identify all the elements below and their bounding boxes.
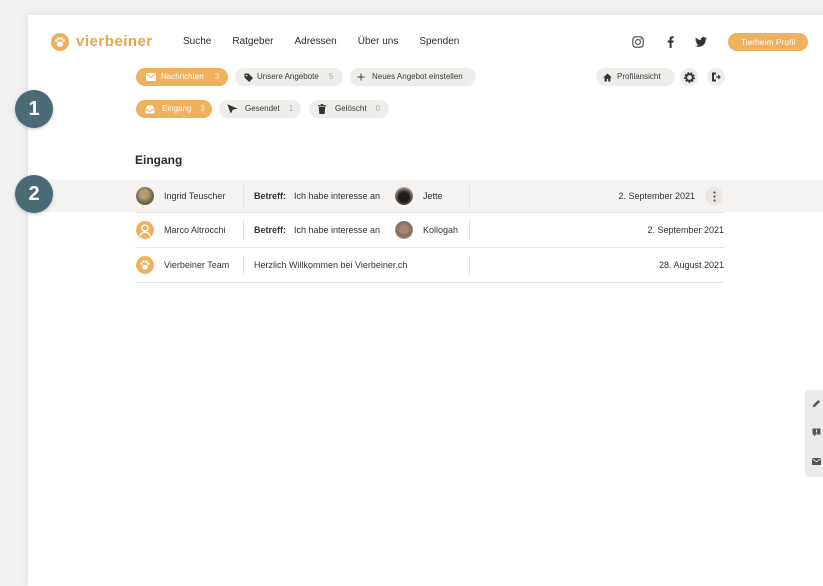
column-divider: [469, 255, 470, 275]
tab-nachrichten[interactable]: Nachrichten 3: [136, 68, 228, 86]
folder-label: Gesendet: [245, 104, 280, 113]
folder-count: 0: [375, 104, 381, 113]
profile-view-label: Profilansicht: [617, 72, 661, 81]
folder-eingang[interactable]: Eingang 3: [136, 100, 212, 118]
tab-count: 3: [214, 72, 220, 81]
tierheim-profil-button[interactable]: Tierheim Profil: [728, 33, 808, 51]
nav-item-ratgeber[interactable]: Ratgeber: [232, 36, 273, 48]
tab-label: Nachrichten: [161, 72, 204, 81]
row-separator: [135, 282, 724, 283]
annotation-marker: 1: [15, 90, 53, 128]
pencil-icon[interactable]: [812, 399, 821, 408]
nav-item-adressen[interactable]: Adressen: [295, 36, 337, 48]
subject-text: Ich habe interesse an: [294, 191, 381, 201]
house-icon: [603, 72, 612, 82]
plus-icon: [357, 73, 365, 81]
annotation-marker: 2: [15, 175, 53, 213]
new-offer-label: Neues Angebot einstellen: [372, 72, 463, 81]
column-divider: [469, 220, 470, 240]
side-quick-actions: [805, 390, 823, 477]
column-divider: [243, 255, 244, 275]
logout-button[interactable]: [707, 68, 725, 86]
sender-name: Ingrid Teuscher: [164, 191, 226, 201]
sender-name: Vierbeiner Team: [164, 260, 230, 270]
tab-count: 5: [328, 72, 334, 81]
pet-name[interactable]: Jette: [423, 179, 443, 213]
twitter-icon[interactable]: [695, 37, 707, 47]
subject-text: Ich habe interesse an: [294, 225, 381, 235]
folder-count: 3: [200, 104, 205, 113]
main-nav: Suche Ratgeber Adressen Über uns Spenden: [183, 36, 459, 48]
settings-button[interactable]: [680, 68, 698, 86]
pet-name[interactable]: Kollogah: [423, 213, 458, 247]
pet-avatar: [395, 187, 413, 205]
message-row[interactable]: Marco Altrocchi Betreff: Ich habe intere…: [135, 213, 724, 247]
subject-label: Betreff:: [254, 191, 287, 201]
inbox-icon: [145, 105, 155, 113]
message-date: 2. September 2021: [647, 225, 724, 235]
message-menu-button[interactable]: [705, 187, 723, 205]
mail-icon[interactable]: [812, 458, 821, 465]
nav-item-suche[interactable]: Suche: [183, 36, 211, 48]
message-row[interactable]: Vierbeiner Team Herzlich Willkommen bei …: [135, 248, 724, 282]
nav-item-spenden[interactable]: Spenden: [419, 36, 459, 48]
folder-label: Eingang: [162, 104, 192, 113]
tab-label: Unsere Angebote: [257, 72, 319, 81]
instagram-icon[interactable]: [632, 36, 644, 48]
pet-avatar: [395, 221, 413, 239]
paw-logo-icon[interactable]: [51, 33, 69, 51]
message-date: 28. August 2021: [658, 260, 724, 270]
column-divider: [243, 186, 244, 206]
column-divider: [469, 186, 470, 206]
person-icon: [136, 221, 154, 239]
gear-icon: [683, 71, 695, 83]
folder-gesendet[interactable]: Gesendet 1: [219, 100, 301, 118]
sender-avatar: [136, 187, 154, 205]
tab-unsere-angebote[interactable]: Unsere Angebote 5: [235, 68, 343, 86]
column-divider: [243, 220, 244, 240]
brand-name[interactable]: vierbeiner: [76, 33, 153, 51]
facebook-icon[interactable]: [667, 36, 674, 48]
sender-name: Marco Altrocchi: [164, 225, 226, 235]
paw-icon: [136, 256, 154, 274]
kebab-menu-icon: [712, 190, 716, 202]
message-date: 2. September 2021: [618, 191, 695, 201]
logout-icon: [712, 72, 721, 82]
new-offer-button[interactable]: Neues Angebot einstellen: [350, 68, 476, 86]
folder-count: 1: [288, 104, 294, 113]
nav-item-ueber-uns[interactable]: Über uns: [358, 36, 399, 48]
subject-text: Herzlich Willkommen bei Vierbeiner.ch: [254, 260, 408, 270]
subject-label: Betreff:: [254, 225, 287, 235]
folder-geloescht[interactable]: Gelöscht 0: [309, 100, 389, 118]
folder-label: Gelöscht: [335, 104, 367, 113]
inbox-title: Eingang: [135, 153, 183, 167]
comment-icon[interactable]: [812, 428, 821, 437]
message-row[interactable]: Ingrid Teuscher Betreff: Ich habe intere…: [135, 179, 724, 213]
profile-view-button[interactable]: Profilansicht: [596, 68, 675, 86]
paper-plane-icon: [227, 104, 238, 114]
tag-icon: [244, 72, 253, 82]
trash-icon: [318, 104, 326, 114]
envelope-icon: [146, 73, 156, 81]
